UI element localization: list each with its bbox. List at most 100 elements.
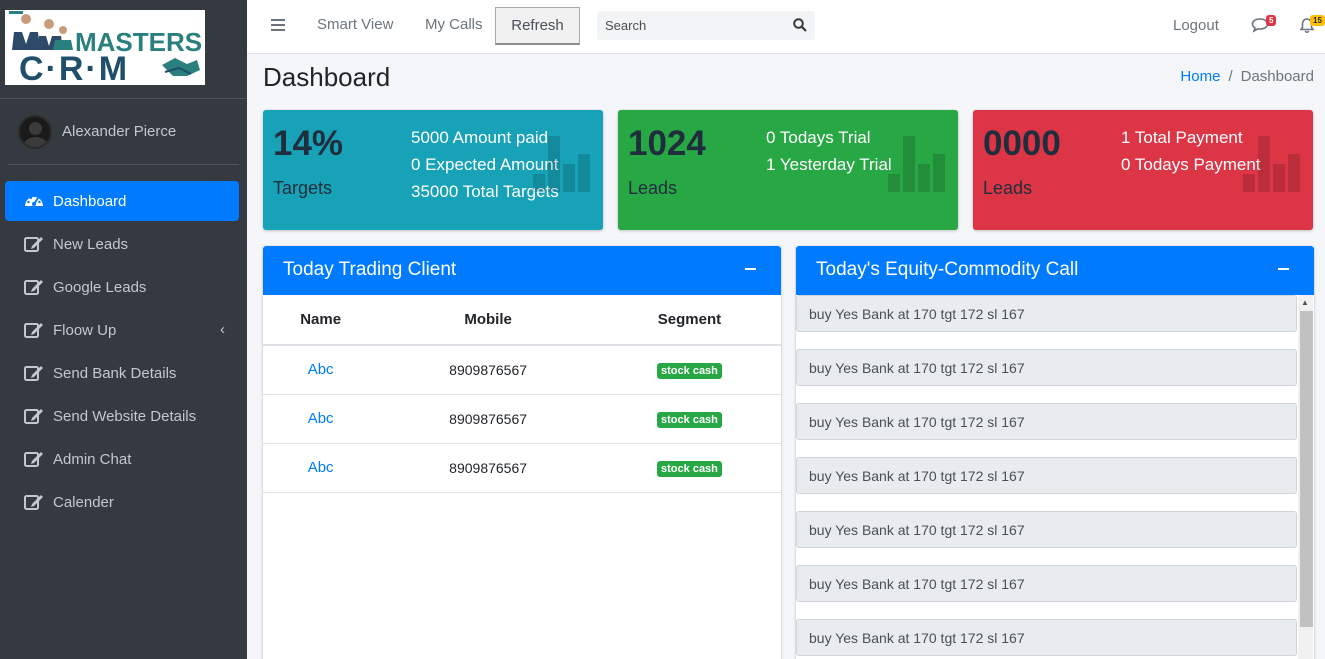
card-title: Today Trading Client (283, 259, 457, 280)
sidebar-item-admin-chat[interactable]: Admin Chat (5, 439, 239, 479)
my-calls-link[interactable]: My Calls (425, 16, 483, 33)
bar-chart-icon (886, 136, 948, 197)
targets-stat-box[interactable]: 14% Targets 5000 Amount paid 0 Expected … (263, 110, 603, 230)
sidebar-item-new-leads[interactable]: New Leads (5, 224, 239, 264)
edit-icon (23, 277, 45, 297)
scroll-up-icon[interactable]: ▲ (1301, 298, 1309, 307)
table-row: Abc 8909876567 stock cash (263, 394, 781, 444)
call-item: buy Yes Bank at 170 tgt 172 sl 167 (796, 619, 1297, 656)
client-name-link[interactable]: Abc (263, 443, 379, 493)
logout-link[interactable]: Logout (1173, 17, 1219, 34)
segment-cell: stock cash (597, 443, 781, 493)
sidebar: MASTERS C·R·M Alexander Pierce Dashboard… (0, 0, 247, 659)
user-panel[interactable]: Alexander Pierce (8, 99, 239, 165)
brand: MASTERS C·R·M (0, 0, 247, 99)
breadcrumb-home-link[interactable]: Home (1180, 68, 1220, 85)
breadcrumb-separator: / (1228, 68, 1233, 85)
sidebar-nav: Dashboard New Leads Google Leads Floow U… (0, 165, 247, 522)
search-icon[interactable] (793, 18, 807, 37)
scrollbar-thumb[interactable] (1300, 311, 1313, 627)
stat-label: Targets (273, 178, 333, 198)
column-header-segment: Segment (597, 295, 781, 346)
client-name-link[interactable]: Abc (263, 394, 379, 444)
column-header-name: Name (263, 295, 379, 346)
sidebar-item-label: Dashboard (53, 192, 127, 210)
sidebar-item-follow-up[interactable]: Floow Up ‹ (5, 310, 239, 350)
sidebar-item-label: Google Leads (53, 278, 147, 296)
stat-value: 1024 (628, 124, 706, 163)
sidebar-item-label: Send Bank Details (53, 364, 177, 382)
avatar (18, 114, 52, 149)
top-navbar: Smart View My Calls Refresh Logout 5 15 (247, 0, 1325, 54)
segment-cell: stock cash (597, 345, 781, 395)
stat-value: 0000 (983, 124, 1061, 163)
stat-line: 0 Todays Payment (1121, 155, 1261, 174)
user-name: Alexander Pierce (62, 123, 177, 140)
trading-client-table: Name Mobile Segment Abc 8909876567 stock… (263, 295, 781, 493)
payments-stat-box[interactable]: 0000 Leads 1 Total Payment 0 Todays Paym… (973, 110, 1313, 230)
breadcrumb-current: Dashboard (1240, 68, 1314, 85)
chevron-left-icon: ‹ (220, 321, 225, 338)
bar-chart-icon (531, 136, 593, 197)
segment-cell: stock cash (597, 394, 781, 444)
breadcrumb: Home / Dashboard (1180, 68, 1314, 85)
client-mobile: 8909876567 (378, 345, 598, 395)
scrollbar[interactable]: ▲ (1298, 295, 1313, 659)
edit-icon (23, 406, 45, 426)
messages-badge: 5 (1266, 15, 1277, 26)
sidebar-item-dashboard[interactable]: Dashboard (5, 181, 239, 221)
trading-client-card: Today Trading Client Name Mobile Segment… (263, 246, 781, 659)
sidebar-item-label: Calender (53, 493, 114, 511)
sidebar-item-calender[interactable]: Calender (5, 482, 239, 522)
stat-label: Leads (983, 178, 1033, 198)
stat-details: 1 Total Payment 0 Todays Payment (1121, 124, 1261, 178)
client-mobile: 8909876567 (378, 443, 598, 493)
edit-icon (23, 492, 45, 512)
client-mobile: 8909876567 (378, 394, 598, 444)
brand-logo[interactable]: MASTERS C·R·M (5, 10, 205, 85)
brand-wordmark-bottom: C·R·M (19, 50, 130, 85)
column-header-mobile: Mobile (378, 295, 598, 346)
call-item: buy Yes Bank at 170 tgt 172 sl 167 (796, 565, 1297, 602)
call-list[interactable]: buy Yes Bank at 170 tgt 172 sl 167 buy Y… (796, 295, 1314, 659)
sidebar-item-send-bank-details[interactable]: Send Bank Details (5, 353, 239, 393)
notifications-badge: 15 (1310, 15, 1325, 26)
search-box (597, 11, 815, 40)
sidebar-item-label: Admin Chat (53, 450, 132, 468)
stat-label: Leads (628, 178, 678, 198)
card-header: Today Trading Client (263, 246, 781, 295)
card-header: Today's Equity-Commodity Call (796, 246, 1314, 295)
call-item: buy Yes Bank at 170 tgt 172 sl 167 (796, 295, 1297, 332)
client-name-link[interactable]: Abc (263, 345, 379, 395)
collapse-icon[interactable] (745, 268, 756, 270)
stat-line: 0 Todays Trial (766, 128, 871, 147)
sidebar-item-google-leads[interactable]: Google Leads (5, 267, 239, 307)
stat-line: 1 Yesterday Trial (766, 155, 892, 174)
table-header-row: Name Mobile Segment (263, 295, 781, 346)
call-item: buy Yes Bank at 170 tgt 172 sl 167 (796, 349, 1297, 386)
collapse-icon[interactable] (1278, 268, 1289, 270)
segment-badge: stock cash (657, 460, 722, 477)
table-row: Abc 8909876567 stock cash (263, 443, 781, 493)
sidebar-item-label: Floow Up (53, 321, 117, 339)
sidebar-item-label: New Leads (53, 235, 129, 253)
search-input[interactable] (597, 11, 777, 40)
sidebar-item-send-website-details[interactable]: Send Website Details (5, 396, 239, 436)
edit-icon (23, 363, 45, 383)
stat-details: 0 Todays Trial 1 Yesterday Trial (766, 124, 892, 178)
stat-line: 1 Total Payment (1121, 128, 1243, 147)
refresh-button[interactable]: Refresh (495, 7, 580, 45)
call-item: buy Yes Bank at 170 tgt 172 sl 167 (796, 403, 1297, 440)
segment-badge: stock cash (657, 411, 722, 428)
edit-icon (23, 320, 45, 340)
card-title: Today's Equity-Commodity Call (816, 259, 1079, 280)
menu-toggle-icon[interactable] (271, 19, 285, 31)
edit-icon (23, 449, 45, 469)
leads-stat-box[interactable]: 1024 Leads 0 Todays Trial 1 Yesterday Tr… (618, 110, 958, 230)
smart-view-link[interactable]: Smart View (317, 16, 393, 33)
table-row: Abc 8909876567 stock cash (263, 345, 781, 395)
tachometer-icon (23, 191, 45, 211)
sidebar-item-label: Send Website Details (53, 407, 197, 425)
segment-badge: stock cash (657, 362, 722, 379)
call-item: buy Yes Bank at 170 tgt 172 sl 167 (796, 457, 1297, 494)
